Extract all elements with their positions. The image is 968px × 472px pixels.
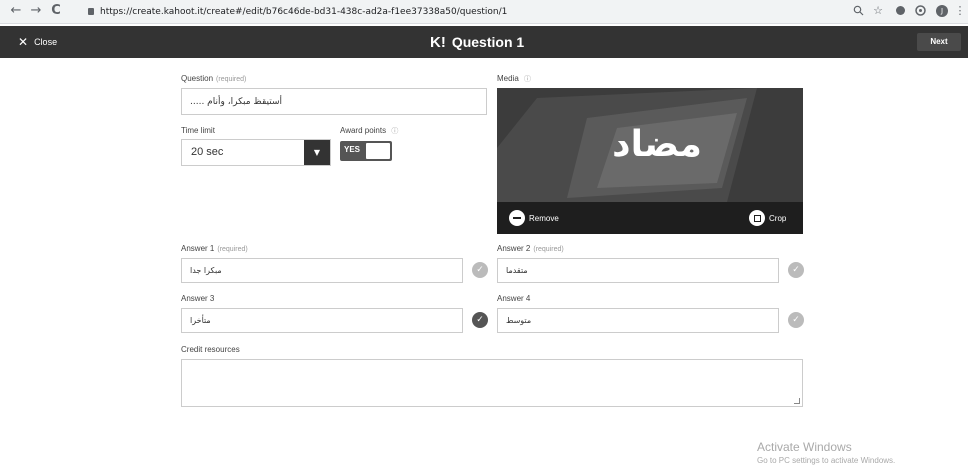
forward-icon[interactable]: → bbox=[28, 3, 44, 19]
menu-kebab-icon[interactable]: ⋮ bbox=[954, 5, 966, 17]
answer-3-input[interactable]: متأخرا bbox=[181, 308, 463, 333]
answer-1-label: Answer 1 (required) bbox=[181, 244, 248, 253]
question-label: Question (required) bbox=[181, 74, 247, 83]
remove-label: Remove bbox=[529, 213, 559, 223]
credit-resources-textarea[interactable] bbox=[181, 359, 803, 407]
time-limit-label: Time limit bbox=[181, 126, 215, 135]
remove-media-button[interactable]: Remove bbox=[509, 210, 559, 226]
answer-3-label: Answer 3 bbox=[181, 294, 215, 303]
close-button[interactable]: ✕ Close bbox=[18, 34, 57, 50]
zoom-icon[interactable] bbox=[852, 5, 864, 17]
answer-1-input[interactable]: مبكرا جدا bbox=[181, 258, 463, 283]
next-button[interactable]: Next bbox=[917, 33, 961, 51]
browser-toolbar: ← → C https://create.kahoot.it/create#/e… bbox=[0, 0, 968, 24]
answer-3-value: متأخرا bbox=[190, 316, 211, 325]
question-input-value: أستيقظ مبكرا، وأنام ..... bbox=[190, 96, 282, 107]
question-input[interactable]: أستيقظ مبكرا، وأنام ..... bbox=[181, 88, 487, 115]
chevron-down-icon[interactable]: ▼ bbox=[304, 140, 330, 165]
answer-2-input[interactable]: متقدما bbox=[497, 258, 779, 283]
toggle-yes-label: YES bbox=[344, 145, 361, 154]
award-points-toggle[interactable]: YES bbox=[340, 141, 392, 161]
time-limit-select[interactable]: 20 sec ▼ bbox=[181, 139, 331, 166]
crop-media-button[interactable]: Crop bbox=[749, 210, 786, 226]
back-icon[interactable]: ← bbox=[8, 3, 24, 19]
close-icon: ✕ bbox=[18, 35, 29, 49]
answer-2-value: متقدما bbox=[506, 266, 528, 275]
profile-avatar[interactable]: J bbox=[936, 5, 948, 17]
award-info-icon: ⓘ bbox=[391, 128, 399, 135]
extension-2-icon[interactable] bbox=[914, 5, 926, 17]
crop-label: Crop bbox=[769, 213, 787, 223]
toggle-knob bbox=[366, 143, 390, 159]
watermark-title: Activate Windows bbox=[757, 440, 852, 454]
url-text: https://create.kahoot.it/create#/edit/b7… bbox=[100, 7, 508, 17]
answer-2-correct-toggle[interactable]: ✓ bbox=[788, 262, 804, 278]
answer-3-correct-toggle[interactable]: ✓ bbox=[472, 312, 488, 328]
media-actions-bar: Remove Crop bbox=[497, 202, 803, 234]
answer-4-value: متوسط bbox=[506, 316, 532, 325]
media-label: Media ⓘ bbox=[497, 74, 532, 83]
bookmark-star-icon[interactable]: ☆ bbox=[872, 5, 884, 17]
activate-windows-watermark: Activate Windows Go to PC settings to ac… bbox=[757, 440, 895, 465]
time-limit-value: 20 sec bbox=[191, 146, 224, 158]
close-label: Close bbox=[34, 37, 58, 47]
media-info-icon: ⓘ bbox=[524, 76, 532, 83]
header-title: K! Question 1 bbox=[430, 32, 524, 52]
media-image-text: مضاد bbox=[612, 124, 702, 165]
award-points-label: Award points ⓘ bbox=[340, 126, 399, 135]
answer-2-label: Answer 2 (required) bbox=[497, 244, 564, 253]
media-image: مضاد Remove Crop bbox=[497, 88, 803, 234]
answer-1-value: مبكرا جدا bbox=[190, 266, 222, 275]
lock-icon bbox=[88, 8, 94, 15]
resize-handle-icon[interactable] bbox=[794, 398, 800, 404]
remove-icon bbox=[509, 210, 525, 226]
app-header: ✕ Close K! Question 1 Next bbox=[0, 26, 968, 58]
watermark-subtitle: Go to PC settings to activate Windows. bbox=[757, 456, 896, 465]
answer-4-correct-toggle[interactable]: ✓ bbox=[788, 312, 804, 328]
reload-icon[interactable]: C bbox=[48, 3, 64, 19]
kahoot-logo: K! bbox=[430, 33, 446, 51]
credit-resources-label: Credit resources bbox=[181, 345, 240, 354]
answer-1-correct-toggle[interactable]: ✓ bbox=[472, 262, 488, 278]
address-bar[interactable]: https://create.kahoot.it/create#/edit/b7… bbox=[88, 3, 848, 21]
page-title: Question 1 bbox=[451, 34, 525, 50]
answer-4-label: Answer 4 bbox=[497, 294, 531, 303]
answer-4-input[interactable]: متوسط bbox=[497, 308, 779, 333]
crop-icon bbox=[749, 210, 765, 226]
extension-icon[interactable] bbox=[894, 5, 906, 17]
